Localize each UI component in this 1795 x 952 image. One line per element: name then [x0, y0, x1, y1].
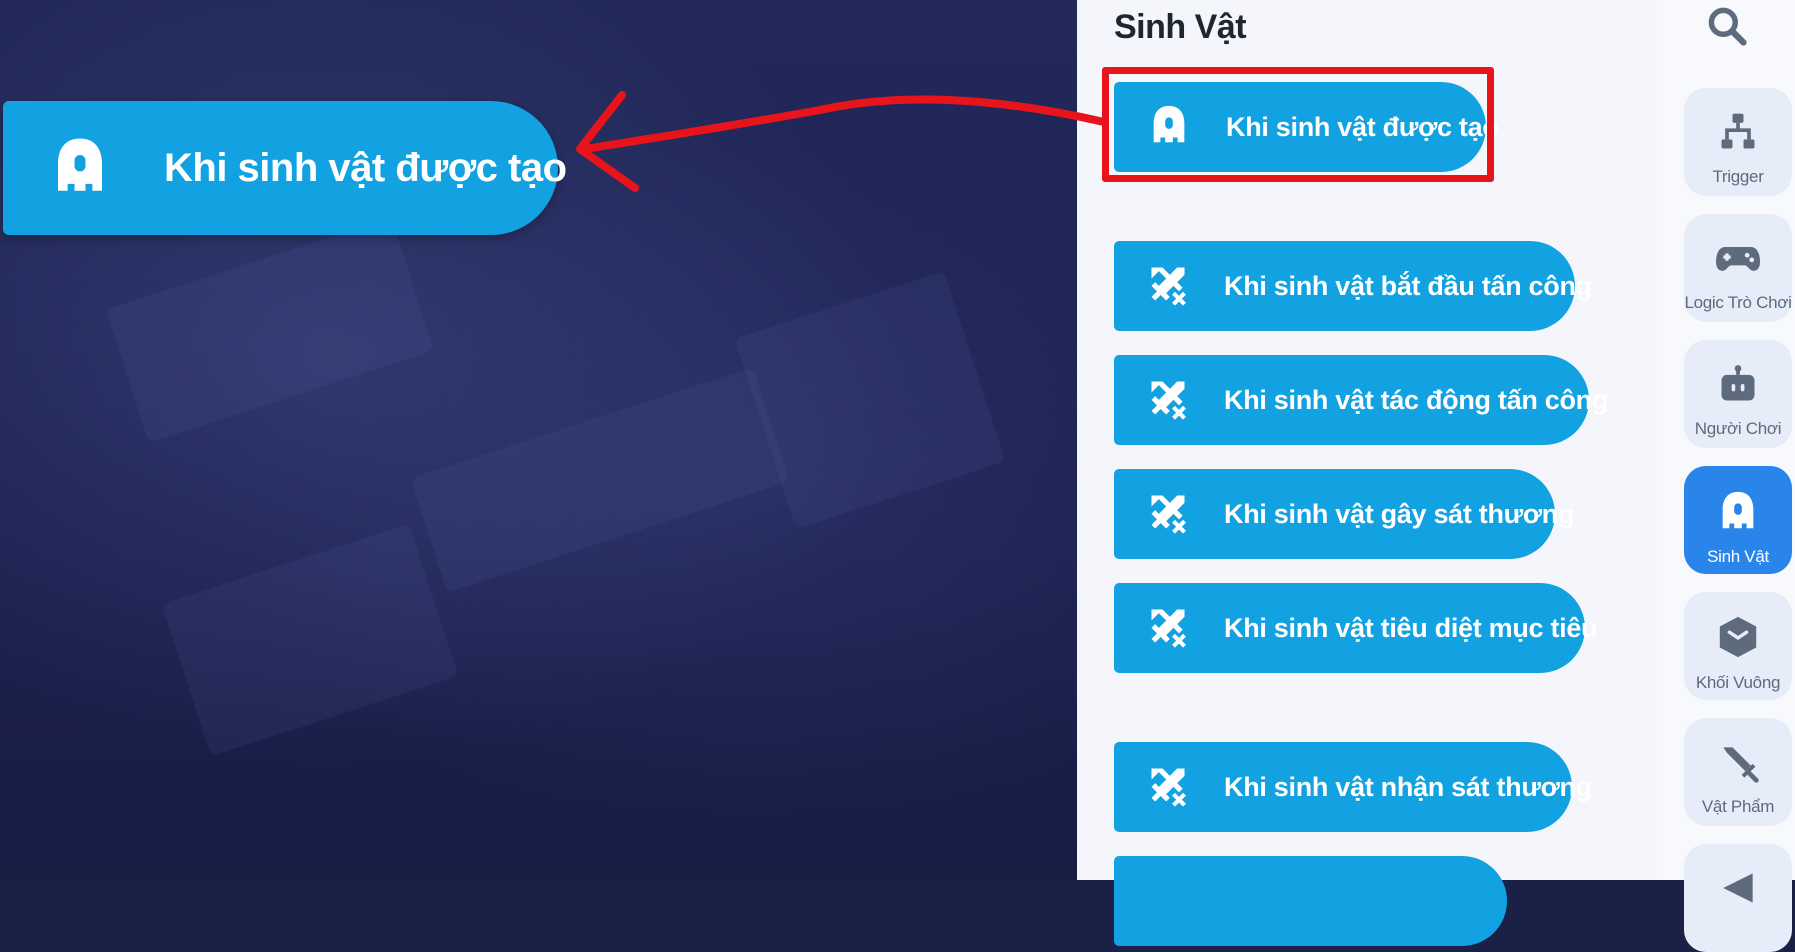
block-label: Khi sinh vật gây sát thương	[1224, 498, 1575, 529]
sword-icon	[1716, 740, 1760, 789]
placed-block-label: Khi sinh vật được tạo	[164, 145, 567, 190]
trigger-icon	[1716, 110, 1760, 159]
block-creature-deal-damage[interactable]: Khi sinh vật gây sát thương	[1114, 469, 1575, 559]
block-label: Khi sinh vật tiêu diệt mục tiêu	[1224, 612, 1598, 643]
creature-icon	[1715, 488, 1761, 539]
search-icon	[1705, 4, 1749, 53]
category-item[interactable]: Vật Phẩm	[1684, 718, 1792, 826]
block-creature-take-damage[interactable]: Khi sinh vật nhận sát thương	[1114, 742, 1592, 832]
category-partial[interactable]	[1684, 844, 1792, 952]
block-label: Khi sinh vật tác động tấn công	[1224, 384, 1609, 415]
highlight-frame	[1102, 67, 1494, 182]
background-art	[161, 523, 459, 757]
category-block[interactable]: Khối Vuông	[1684, 592, 1792, 700]
crossed-swords-icon	[1146, 376, 1190, 425]
block-palette: Sinh Vật Khi sinh vật được tạo Khi sinh …	[1077, 0, 1657, 946]
category-label: Người Chơi	[1694, 419, 1782, 438]
crossed-swords-icon	[1146, 763, 1190, 812]
block-creature-hit-attack[interactable]: Khi sinh vật tác động tấn công	[1114, 355, 1608, 445]
category-trigger[interactable]: Trigger	[1684, 88, 1792, 196]
background-art	[105, 217, 435, 443]
block-label: Khi sinh vật nhận sát thương	[1224, 771, 1592, 802]
block-label: Khi sinh vật bắt đầu tấn công	[1224, 270, 1592, 301]
block-creature-kill-target[interactable]: Khi sinh vật tiêu diệt mục tiêu	[1114, 583, 1598, 673]
category-label: Sinh Vật	[1707, 547, 1769, 566]
cube-icon	[1715, 614, 1761, 665]
category-label: Khối Vuông	[1695, 673, 1781, 692]
flag-icon	[1716, 866, 1760, 915]
category-label: Trigger	[1712, 167, 1764, 186]
crossed-swords-icon	[1146, 604, 1190, 653]
background-art	[410, 367, 790, 593]
search-button[interactable]	[1701, 2, 1753, 54]
palette-title: Sinh Vật	[1114, 8, 1247, 46]
category-game-logic[interactable]: Logic Trò Chơi	[1684, 214, 1792, 322]
robot-icon	[1716, 362, 1760, 411]
block-partial[interactable]	[1114, 856, 1507, 946]
crossed-swords-icon	[1146, 490, 1190, 539]
category-player[interactable]: Người Chơi	[1684, 340, 1792, 448]
gamepad-icon	[1714, 236, 1762, 285]
category-creature[interactable]: Sinh Vật	[1684, 466, 1792, 574]
creature-icon	[47, 133, 113, 204]
background-art	[734, 270, 1006, 530]
category-sidebar: Trigger Logic Trò Chơi Người Chơi Sinh V…	[1657, 0, 1795, 952]
placed-block-creature-created[interactable]: Khi sinh vật được tạo	[3, 101, 567, 235]
crossed-swords-icon	[1146, 262, 1190, 311]
category-label: Logic Trò Chơi	[1684, 293, 1792, 312]
block-creature-start-attack[interactable]: Khi sinh vật bắt đầu tấn công	[1114, 241, 1592, 331]
category-label: Vật Phẩm	[1701, 797, 1775, 816]
workspace-canvas[interactable]: Khi sinh vật được tạo	[0, 0, 1077, 880]
